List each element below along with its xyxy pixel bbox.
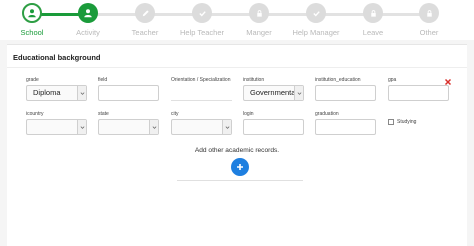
step-help-teacher[interactable]: Help Teacher	[172, 3, 232, 39]
chevron-down-icon	[149, 120, 158, 134]
institution-label: institution	[243, 77, 265, 83]
state-select[interactable]	[98, 119, 159, 135]
add-record-text: Add other academic records.	[194, 147, 280, 154]
orientation-input[interactable]	[171, 85, 232, 101]
section-divider	[7, 67, 467, 68]
institution-value: Governmental	[250, 88, 298, 97]
step-teacher[interactable]: Teacher	[115, 3, 175, 39]
add-record-button[interactable]	[231, 158, 249, 176]
step-label: Activity	[76, 28, 100, 37]
step-label: Help Manager	[292, 28, 340, 37]
gpa-input[interactable]	[388, 85, 449, 101]
country-label: icountry	[26, 111, 44, 117]
grade-label: grade	[26, 77, 39, 83]
chevron-down-icon	[77, 86, 86, 100]
step-school[interactable]: School	[2, 3, 62, 39]
gpa-label: gpa	[388, 77, 397, 83]
city-select[interactable]	[171, 119, 232, 135]
lock-icon	[419, 3, 439, 23]
institution-education-input[interactable]	[315, 85, 376, 101]
login-input[interactable]	[243, 119, 304, 135]
institution-education-label: institution_education	[315, 77, 361, 83]
step-activity[interactable]: Activity	[58, 3, 118, 39]
graduation-label: graduation	[315, 111, 339, 117]
step-label: School	[20, 28, 44, 37]
studying-checkbox[interactable]	[388, 119, 394, 125]
step-label: Leave	[362, 28, 384, 37]
studying-label: Studying	[397, 119, 417, 125]
step-label: Teacher	[131, 28, 159, 37]
progress-stepper: School Activity Teacher Help Teacher Man…	[0, 0, 474, 40]
step-label: Manger	[246, 28, 272, 37]
step-label: Help Teacher	[179, 28, 225, 37]
step-leave[interactable]: Leave	[343, 3, 403, 39]
field-label: field	[98, 77, 108, 83]
graduation-input[interactable]	[315, 119, 376, 135]
country-select[interactable]	[26, 119, 87, 135]
chevron-down-icon	[77, 120, 86, 134]
edit-icon	[135, 3, 155, 23]
step-help-manager[interactable]: Help Manager	[286, 3, 346, 39]
institution-select[interactable]: Governmental	[243, 85, 304, 101]
education-form-card: Educational background grade field Orien…	[7, 44, 467, 246]
orientation-label: Orientation / Specialization	[171, 77, 231, 83]
check-icon	[306, 3, 326, 23]
grade-select[interactable]: Diploma	[26, 85, 87, 101]
check-icon	[192, 3, 212, 23]
chevron-down-icon	[294, 86, 303, 100]
lock-icon	[249, 3, 269, 23]
chevron-down-icon	[222, 120, 231, 134]
user-icon	[22, 3, 42, 23]
field-input[interactable]	[98, 85, 159, 101]
close-icon[interactable]	[444, 73, 452, 86]
lock-icon	[363, 3, 383, 23]
state-label: state	[98, 111, 109, 117]
login-label: login	[243, 111, 254, 117]
step-manger[interactable]: Manger	[229, 3, 289, 39]
step-other[interactable]: Other	[399, 3, 459, 39]
grade-value: Diploma	[33, 88, 61, 97]
add-record-divider	[177, 180, 303, 181]
plus-icon	[237, 164, 243, 170]
step-label: Other	[419, 28, 439, 37]
section-title: Educational background	[13, 53, 101, 62]
user-icon	[78, 3, 98, 23]
city-label: city	[171, 111, 179, 117]
